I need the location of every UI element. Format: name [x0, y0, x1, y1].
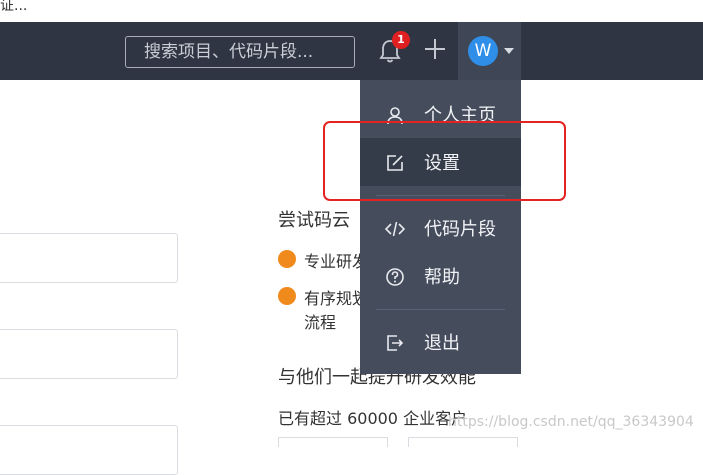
menu-item-help[interactable]: 帮助	[360, 252, 521, 300]
menu-item-snippets[interactable]: 代码片段	[360, 204, 521, 252]
watermark: https://blog.csdn.net/qq_36343904	[448, 414, 694, 430]
customers-count: 已有超过 60000 企业客户	[278, 409, 468, 428]
code-icon	[385, 221, 405, 237]
chevron-down-icon	[504, 48, 514, 54]
notification-badge: 1	[392, 31, 410, 49]
menu-item-label: 帮助	[424, 267, 460, 288]
menu-item-label: 退出	[424, 333, 460, 354]
promo-bullet-1: 专业研发	[304, 252, 369, 271]
check-icon	[278, 287, 296, 305]
plus-icon[interactable]	[423, 37, 447, 61]
promo-bullet-2: 有序规划	[304, 289, 369, 308]
promo-bullet-2-cont: 流程	[304, 313, 337, 332]
search-input[interactable]: 搜索项目、代码片段...	[125, 36, 355, 68]
avatar[interactable]: W	[468, 36, 498, 66]
menu-item-label: 代码片段	[424, 219, 496, 240]
menu-item-logout[interactable]: 退出	[360, 318, 521, 366]
help-icon	[386, 268, 404, 286]
form-input-3[interactable]	[0, 425, 178, 475]
top-strip-text: 证...	[0, 0, 28, 14]
top-navbar: 搜索项目、代码片段... 1 W	[0, 22, 703, 80]
promo-title: 尝试码云	[278, 210, 350, 231]
form-input-1[interactable]	[0, 233, 178, 283]
highlight-annotation-box	[323, 121, 566, 201]
logout-icon	[387, 335, 404, 351]
browser-top-strip: 证...	[0, 0, 703, 23]
form-input-2[interactable]	[0, 329, 178, 379]
check-icon	[278, 250, 296, 268]
user-menu-trigger[interactable]: W	[458, 22, 521, 80]
menu-divider	[376, 309, 505, 310]
